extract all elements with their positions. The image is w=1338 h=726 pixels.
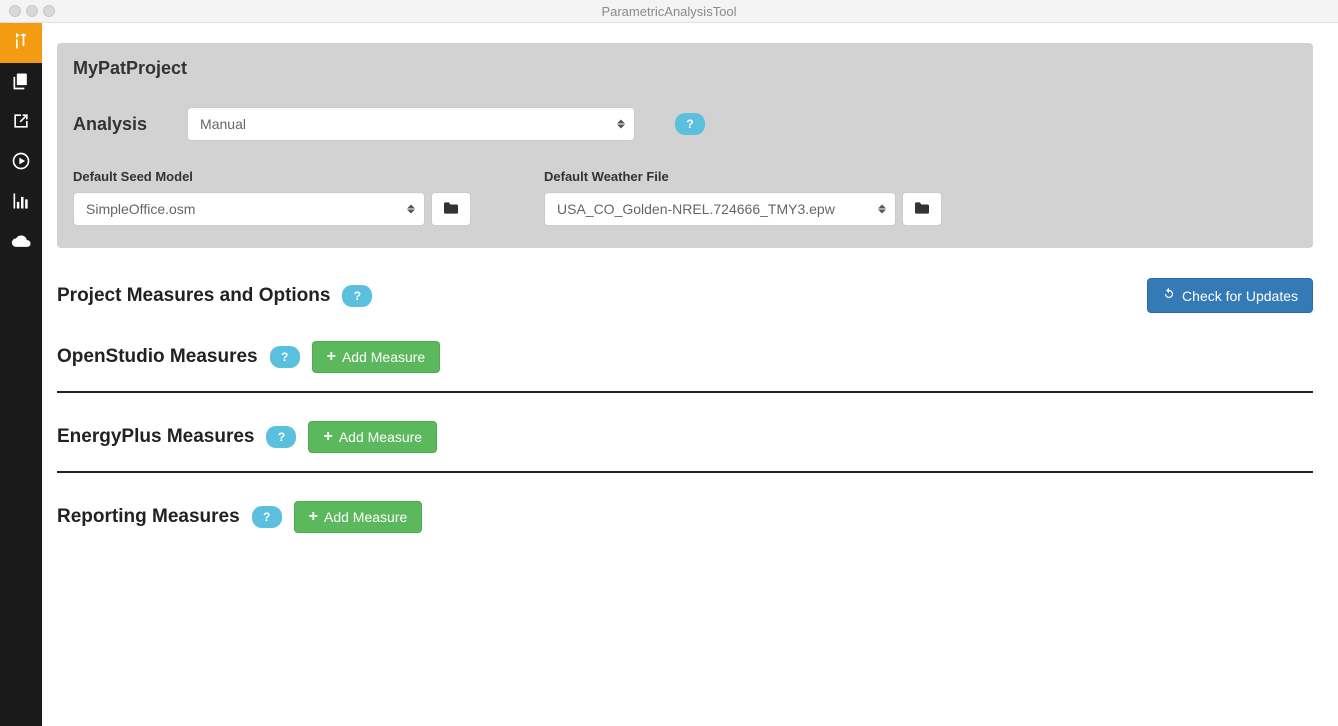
sidebar-item-run[interactable] — [0, 143, 42, 183]
analysis-row: Analysis Manual ? — [73, 107, 1293, 141]
plus-icon: + — [323, 429, 332, 445]
plus-icon: + — [309, 509, 318, 525]
add-measure-label: Add Measure — [339, 429, 422, 445]
sidebar-item-design-alternatives[interactable] — [0, 63, 42, 103]
close-window-button[interactable] — [9, 5, 21, 17]
reporting-measures-title: Reporting Measures — [57, 506, 240, 528]
energyplus-measures-group: EnergyPlus Measures ? + Add Measure — [57, 421, 1313, 473]
window-title: ParametricAnalysisTool — [0, 4, 1338, 19]
window-titlebar: ParametricAnalysisTool — [0, 0, 1338, 23]
main-content: MyPatProject Analysis Manual ? Default S… — [42, 23, 1338, 726]
project-measures-help-button[interactable]: ? — [342, 285, 372, 307]
folder-icon — [442, 201, 460, 218]
weather-file-label: Default Weather File — [544, 169, 942, 184]
energyplus-measures-title: EnergyPlus Measures — [57, 426, 254, 448]
add-measure-label: Add Measure — [324, 509, 407, 525]
sidebar — [0, 23, 42, 726]
minimize-window-button[interactable] — [26, 5, 38, 17]
seed-model-column: Default Seed Model SimpleOffice.osm — [73, 169, 471, 226]
weather-file-select[interactable]: USA_CO_Golden-NREL.724666_TMY3.epw — [544, 192, 896, 226]
project-title: MyPatProject — [73, 58, 1293, 79]
seed-model-select[interactable]: SimpleOffice.osm — [73, 192, 425, 226]
reporting-help-button[interactable]: ? — [252, 506, 282, 528]
project-measures-title: Project Measures and Options — [57, 285, 330, 307]
chart-icon — [11, 191, 31, 216]
seed-model-label: Default Seed Model — [73, 169, 471, 184]
analysis-label: Analysis — [73, 114, 147, 135]
play-circle-icon — [11, 151, 31, 176]
openstudio-measures-group: OpenStudio Measures ? + Add Measure — [57, 341, 1313, 393]
plus-icon: + — [327, 349, 336, 365]
copy-icon — [11, 71, 31, 96]
analysis-select-wrap: Manual — [187, 107, 635, 141]
project-measures-section: Project Measures and Options ? Check for… — [57, 278, 1313, 313]
check-updates-button[interactable]: Check for Updates — [1147, 278, 1313, 313]
sidebar-item-analysis[interactable] — [0, 23, 42, 63]
openstudio-help-button[interactable]: ? — [270, 346, 300, 368]
sidebar-item-outputs[interactable] — [0, 103, 42, 143]
zoom-window-button[interactable] — [43, 5, 55, 17]
window-controls — [9, 5, 55, 17]
add-reporting-measure-button[interactable]: + Add Measure — [294, 501, 423, 533]
add-energyplus-measure-button[interactable]: + Add Measure — [308, 421, 437, 453]
weather-file-inputs: USA_CO_Golden-NREL.724666_TMY3.epw — [544, 192, 942, 226]
sliders-icon — [11, 31, 31, 56]
sidebar-item-server[interactable] — [0, 223, 42, 263]
energyplus-help-button[interactable]: ? — [266, 426, 296, 448]
weather-file-browse-button[interactable] — [902, 192, 942, 226]
app-container: MyPatProject Analysis Manual ? Default S… — [0, 23, 1338, 726]
weather-file-column: Default Weather File USA_CO_Golden-NREL.… — [544, 169, 942, 226]
refresh-icon — [1162, 287, 1176, 304]
analysis-select[interactable]: Manual — [187, 107, 635, 141]
seed-model-inputs: SimpleOffice.osm — [73, 192, 471, 226]
seed-model-browse-button[interactable] — [431, 192, 471, 226]
sidebar-item-reports[interactable] — [0, 183, 42, 223]
analysis-help-button[interactable]: ? — [675, 113, 705, 135]
export-icon — [11, 111, 31, 136]
openstudio-measures-title: OpenStudio Measures — [57, 346, 258, 368]
check-updates-label: Check for Updates — [1182, 288, 1298, 304]
add-openstudio-measure-button[interactable]: + Add Measure — [312, 341, 441, 373]
folder-icon — [913, 201, 931, 218]
project-config-panel: MyPatProject Analysis Manual ? Default S… — [57, 43, 1313, 248]
file-row: Default Seed Model SimpleOffice.osm — [73, 169, 1293, 226]
reporting-measures-group: Reporting Measures ? + Add Measure — [57, 501, 1313, 551]
cloud-icon — [11, 231, 31, 256]
add-measure-label: Add Measure — [342, 349, 425, 365]
